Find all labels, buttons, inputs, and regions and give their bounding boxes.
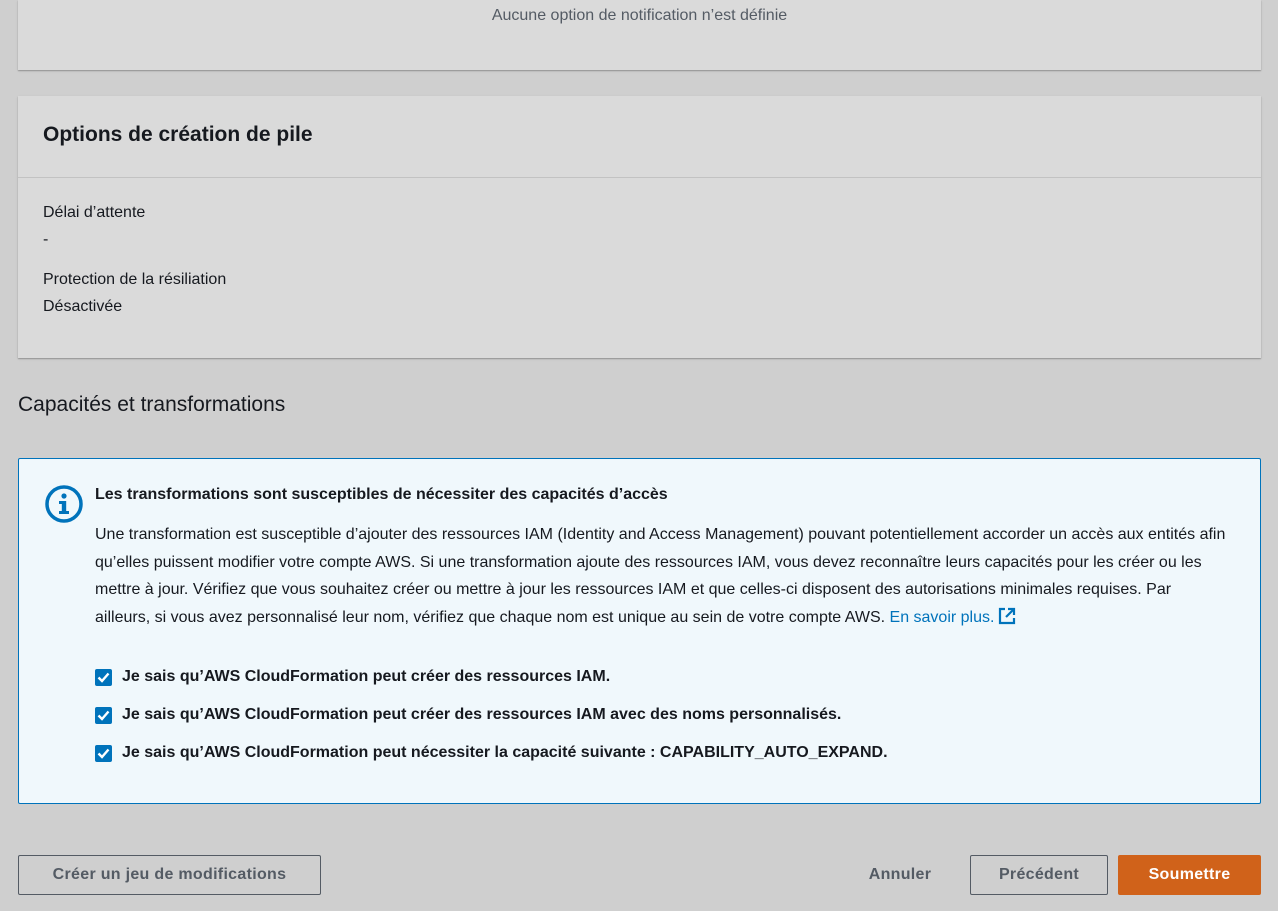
timeout-value: - <box>43 231 49 248</box>
external-link-icon <box>999 607 1016 624</box>
capability-named-iam-checkbox[interactable] <box>95 706 112 724</box>
termination-protection-field: Protection de la résiliation Désactivée <box>43 269 1236 318</box>
alert-body-text: Une transformation est susceptible d’ajo… <box>95 526 1226 626</box>
capability-iam-checkbox[interactable] <box>95 668 112 686</box>
capabilities-checkboxes: Je sais qu’AWS CloudFormation peut créer… <box>95 658 1230 772</box>
capability-auto-expand-row[interactable]: Je sais qu’AWS CloudFormation peut néces… <box>95 734 1230 772</box>
submit-button[interactable]: Soumettre <box>1118 855 1261 895</box>
learn-more-link[interactable]: En savoir plus. <box>889 607 1017 626</box>
notifications-panel: Aucune option de notification n’est défi… <box>18 0 1261 70</box>
timeout-field: Délai d’attente - <box>43 202 1236 251</box>
info-icon <box>45 485 83 523</box>
termination-protection-value: Désactivée <box>43 298 123 315</box>
termination-protection-label: Protection de la résiliation <box>43 271 227 288</box>
alert-title: Les transformations sont susceptibles de… <box>95 486 668 503</box>
checkmark-icon <box>97 672 110 683</box>
capability-iam-label: Je sais qu’AWS CloudFormation peut créer… <box>122 668 611 685</box>
capability-named-iam-label: Je sais qu’AWS CloudFormation peut créer… <box>122 706 842 723</box>
capabilities-section-title: Capacités et transformations <box>18 393 286 416</box>
notifications-empty-text: Aucune option de notification n’est défi… <box>491 7 788 24</box>
capabilities-alert: Les transformations sont susceptibles de… <box>18 458 1261 804</box>
page: Aucune option de notification n’est défi… <box>0 0 1278 911</box>
capability-iam-row[interactable]: Je sais qu’AWS CloudFormation peut créer… <box>95 658 1230 696</box>
checkmark-icon <box>97 710 110 721</box>
stack-options-header: Options de création de pile <box>18 96 1261 178</box>
capability-named-iam-row[interactable]: Je sais qu’AWS CloudFormation peut créer… <box>95 696 1230 734</box>
learn-more-label: En savoir plus. <box>889 608 995 626</box>
capability-auto-expand-label: Je sais qu’AWS CloudFormation peut néces… <box>122 744 888 761</box>
alert-content: Les transformations sont susceptibles de… <box>95 485 1230 772</box>
create-changeset-button[interactable]: Créer un jeu de modifications <box>18 855 321 895</box>
cancel-button[interactable]: Annuler <box>852 855 948 895</box>
capability-auto-expand-checkbox[interactable] <box>95 744 112 762</box>
previous-button[interactable]: Précédent <box>970 855 1108 895</box>
alert-body: Une transformation est susceptible d’ajo… <box>95 521 1230 631</box>
timeout-label: Délai d’attente <box>43 204 146 221</box>
stack-options-title: Options de création de pile <box>43 123 313 146</box>
checkmark-icon <box>97 748 110 759</box>
stack-options-body: Délai d’attente - Protection de la résil… <box>18 178 1261 318</box>
stack-options-panel: Options de création de pile Délai d’atte… <box>18 96 1261 358</box>
